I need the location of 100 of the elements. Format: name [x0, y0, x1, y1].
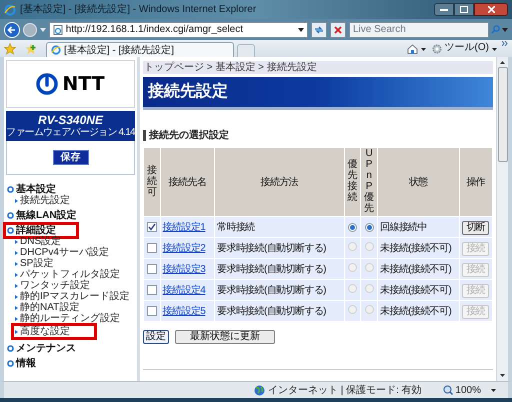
chevron-icon[interactable] — [502, 41, 508, 46]
caret-icon[interactable] — [420, 48, 426, 51]
zoom-icon[interactable] — [443, 385, 454, 395]
maximize-button[interactable] — [454, 3, 474, 16]
caret-icon[interactable] — [491, 388, 496, 392]
column-header: 状態 — [408, 176, 428, 188]
triangle-bullet-icon — [15, 240, 18, 244]
minimize-button[interactable] — [434, 3, 454, 16]
checkbox[interactable] — [146, 284, 157, 295]
table-cell: 未接続(接続不可) — [380, 242, 452, 254]
column-header: 優先接続 — [347, 159, 358, 203]
settings-icon[interactable] — [432, 44, 442, 54]
triangle-bullet-icon — [15, 262, 18, 266]
column-header: 接続可 — [146, 164, 157, 198]
sidebar-subitem[interactable]: SP設定 — [14, 258, 54, 269]
logo-icon — [36, 73, 58, 95]
logo-text: NTT — [62, 72, 105, 97]
sidebar-item[interactable]: 無線LAN設定 — [6, 210, 78, 221]
bullet-icon — [7, 345, 14, 352]
scroll-down-icon[interactable] — [500, 374, 505, 377]
form-button[interactable]: 設定 — [143, 330, 169, 344]
bullet-icon — [7, 227, 14, 234]
table-cell: 要求時接続(自動切断する) — [217, 264, 326, 274]
minimize-icon — [440, 8, 448, 11]
bullet-icon — [7, 186, 14, 193]
table-cell: 常時接続 — [217, 222, 255, 232]
triangle-bullet-icon — [15, 272, 18, 276]
sidebar-subitem[interactable]: ワンタッチ設定 — [14, 280, 91, 291]
maximize-icon — [460, 6, 468, 13]
favorites-star-icon[interactable] — [4, 43, 16, 55]
checkbox[interactable] — [146, 242, 157, 253]
table-cell: 未接続(接続不可) — [380, 264, 452, 274]
close-button[interactable] — [474, 3, 508, 16]
close-icon — [488, 6, 494, 13]
refresh-button[interactable] — [311, 22, 328, 38]
save-button[interactable]: 保存 — [52, 150, 88, 165]
window-title: [基本設定] - [接続先設定] - Windows Internet Explorer — [20, 2, 256, 17]
sidebar-subitem[interactable]: DNS設定 — [14, 236, 62, 247]
sidebar-subitem[interactable]: 静的NAT設定 — [14, 302, 80, 313]
sidebar-subitem[interactable]: パケットフィルタ設定 — [14, 269, 121, 280]
sidebar-subitem[interactable]: 接続先設定 — [14, 195, 71, 206]
sidebar-subitem[interactable]: DHCPv4サーバ設定 — [14, 247, 110, 258]
sidebar-item[interactable]: 基本設定 — [6, 184, 57, 195]
caret-icon[interactable] — [492, 48, 497, 51]
add-favorite-icon[interactable] — [25, 43, 37, 55]
sidebar-item[interactable]: 詳細設定 — [6, 225, 76, 236]
back-arrow-icon — [7, 26, 16, 34]
sidebar-subitem[interactable]: 静的ルーティング設定 — [14, 313, 121, 324]
home-icon[interactable] — [406, 44, 418, 54]
browser-logo-icon — [4, 4, 16, 16]
column-header: 操作 — [466, 176, 486, 188]
back-button[interactable] — [4, 22, 20, 38]
browser-logo-icon — [51, 45, 61, 55]
scrollbar[interactable] — [496, 57, 508, 381]
triangle-bullet-icon — [15, 294, 18, 298]
table-cell: 要求時接続(自動切断する) — [217, 306, 326, 316]
tools-menu[interactable]: ツール(O) — [444, 40, 489, 55]
table-cell: 未接続(接続不可) — [380, 284, 452, 296]
security-zone[interactable]: インターネット | 保護モード: 有効 — [268, 382, 422, 398]
search-field[interactable]: Live Search — [348, 22, 489, 38]
triangle-bullet-icon — [15, 306, 18, 310]
action-button[interactable]: 切断 — [462, 220, 490, 234]
browser-tab[interactable]: [基本設定] - [接続先設定] — [46, 42, 234, 57]
page-title: 接続先設定 — [148, 81, 228, 102]
table-cell: 未接続(接続不可) — [380, 306, 452, 316]
triangle-bullet-icon — [15, 284, 18, 288]
checkbox[interactable] — [146, 264, 157, 274]
scroll-up-icon[interactable] — [500, 61, 505, 64]
caret-icon[interactable] — [298, 28, 304, 32]
sidebar-item[interactable]: メンテナンス — [6, 343, 77, 354]
section-marker — [143, 130, 146, 141]
forward-button[interactable] — [22, 22, 37, 36]
radio-button[interactable] — [348, 222, 357, 232]
table-cell: 要求時接続(自動切断する) — [217, 284, 326, 296]
address-field[interactable]: http://192.168.1.1/index.cgi/amgr_select — [48, 22, 308, 38]
refresh-icon — [314, 24, 324, 34]
checkbox[interactable] — [146, 222, 157, 232]
page-icon — [52, 24, 63, 34]
scrollbar-thumb[interactable] — [498, 67, 508, 162]
model-name: RV-S340NE — [38, 114, 103, 126]
checkbox[interactable] — [146, 306, 157, 316]
radio-button[interactable] — [364, 222, 374, 232]
zoom-level[interactable]: 100% — [455, 382, 481, 398]
table-cell: 要求時接続(自動切断する) — [217, 242, 326, 254]
sidebar-item[interactable]: 情報 — [6, 358, 37, 369]
table-cell: 回線接続中 — [380, 222, 428, 232]
column-header: 接続先名 — [168, 176, 206, 188]
history-caret-icon[interactable] — [40, 28, 46, 32]
globe-icon — [254, 384, 265, 396]
stop-icon — [334, 26, 342, 34]
sidebar-subitem[interactable]: 静的IPマスカレード設定 — [14, 291, 130, 302]
column-header: 接続方法 — [260, 176, 298, 188]
firmware-version: ファームウェアバージョン 4.14 — [6, 126, 135, 138]
stop-button[interactable] — [330, 22, 346, 38]
triangle-bullet-icon — [15, 316, 18, 320]
sidebar-subitem[interactable]: 高度な設定 — [14, 326, 94, 337]
triangle-bullet-icon — [15, 250, 18, 254]
breadcrumb: トップページ > 基本設定 > 接続先設定 — [143, 61, 493, 74]
triangle-bullet-icon — [15, 330, 18, 334]
form-button[interactable]: 最新状態に更新 — [175, 330, 275, 344]
